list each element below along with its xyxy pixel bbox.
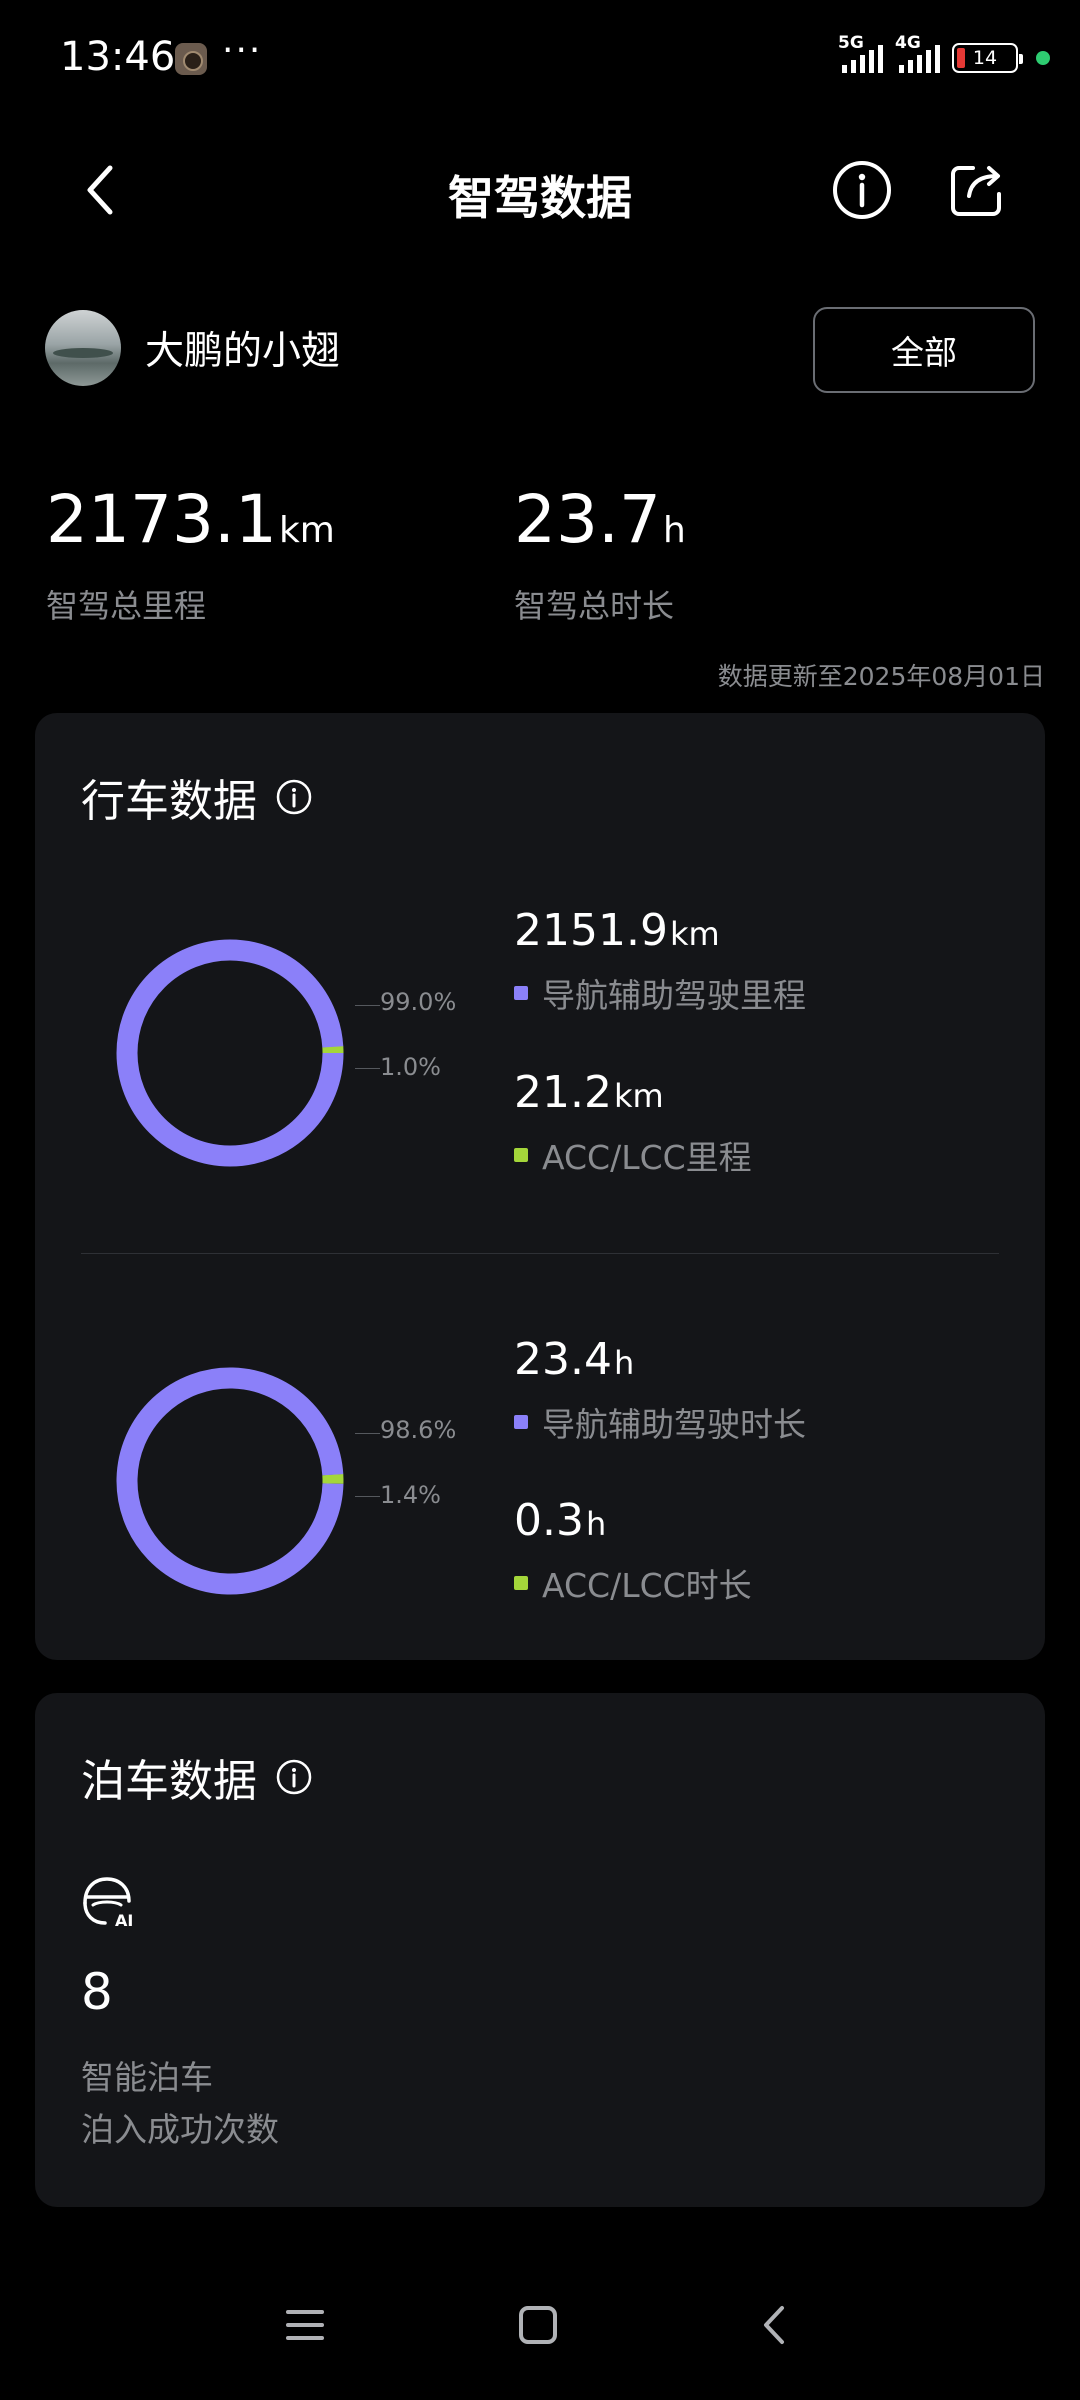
- acc-distance-label: ACC/LCC里程: [542, 1138, 752, 1177]
- donut-segment-nav-time: [116, 1367, 344, 1595]
- info-button[interactable]: [830, 158, 894, 222]
- vehicle-filter-button[interactable]: 全部: [813, 307, 1035, 393]
- svg-text:AI: AI: [115, 1911, 133, 1929]
- driving-data-title: 行车数据: [81, 765, 313, 829]
- status-time: 13:46: [60, 34, 176, 80]
- parking-label: 智能泊车: [81, 2058, 213, 2097]
- parking-data-title-text: 泊车数据: [81, 1756, 257, 1807]
- total-mileage-value: 2173.1: [46, 481, 277, 558]
- battery-percent: 14: [972, 47, 998, 69]
- battery-icon: 14: [952, 43, 1023, 73]
- signal-5g-label: 5G: [838, 33, 864, 53]
- menu-icon: [286, 2310, 324, 2340]
- nav-time-legend-swatch: [514, 1415, 528, 1429]
- share-icon: [951, 166, 1001, 216]
- total-duration: 23.7h 智驾总时长: [514, 480, 686, 627]
- signal-4g-icon: 4G: [895, 33, 940, 73]
- home-square-icon: [519, 2306, 557, 2344]
- divider: [81, 1253, 999, 1254]
- acc-distance-value: 21.2: [514, 1067, 612, 1118]
- parking-data-card: 泊车数据 AI 8 智能泊车 泊入成功次数: [35, 1693, 1045, 2207]
- data-updated-text: 数据更新至2025年08月01日: [717, 662, 1045, 691]
- avatar: [45, 310, 121, 386]
- driving-data-card: 行车数据 99.0% 1.0% 2151.9km 导航辅助驾驶里程 21.2km…: [35, 713, 1045, 1660]
- nav-legend-swatch: [514, 986, 528, 1000]
- nav-time-label: 导航辅助驾驶时长: [542, 1405, 806, 1444]
- app-notification-icon: [175, 43, 207, 75]
- page-title: 智驾数据: [448, 171, 632, 225]
- ai-parking-icon: AI: [83, 1877, 133, 1929]
- status-bar: 13:46 ··· 5G 4G 14: [0, 0, 1080, 120]
- time-acc-pct: 1.4%: [380, 1481, 441, 1509]
- acc-legend-swatch: [514, 1148, 528, 1162]
- total-mileage-label: 智驾总里程: [46, 587, 207, 625]
- donut-segment-nav-distance: [116, 939, 344, 1167]
- home-button[interactable]: [513, 2300, 563, 2350]
- privacy-indicator-icon: [1036, 51, 1050, 65]
- total-mileage: 2173.1km 智驾总里程: [46, 480, 335, 627]
- acc-time-value: 0.3: [514, 1495, 584, 1546]
- system-back-button[interactable]: [750, 2300, 800, 2350]
- acc-time-label: ACC/LCC时长: [542, 1566, 752, 1605]
- info-icon[interactable]: [275, 1758, 313, 1796]
- top-bar: 智驾数据: [0, 140, 1080, 240]
- total-duration-value: 23.7: [514, 481, 661, 558]
- info-icon[interactable]: [275, 778, 313, 816]
- nav-distance-metric: 2151.9km 导航辅助驾驶里程: [514, 906, 806, 1017]
- signal-4g-label: 4G: [895, 33, 921, 53]
- parking-count: 8: [81, 1963, 113, 2021]
- acc-distance-metric: 21.2km ACC/LCC里程: [514, 1068, 752, 1179]
- time-donut-chart: [116, 1367, 344, 1595]
- distance-nav-pct: 99.0%: [380, 988, 457, 1016]
- acc-time-unit: h: [585, 1505, 607, 1543]
- nav-time-unit: h: [613, 1344, 635, 1382]
- nav-distance-label: 导航辅助驾驶里程: [542, 976, 806, 1015]
- more-notifications-icon: ···: [222, 30, 263, 71]
- nav-time-metric: 23.4h 导航辅助驾驶时长: [514, 1335, 806, 1446]
- user-profile: 大鹏的小翅: [45, 310, 340, 386]
- signal-5g-icon: 5G: [838, 33, 883, 73]
- back-chevron-icon: [764, 2306, 784, 2344]
- parking-sublabel: 泊入成功次数: [81, 2110, 279, 2149]
- info-circle-icon: [833, 161, 891, 219]
- recent-apps-button[interactable]: [280, 2300, 330, 2350]
- time-nav-pct: 98.6%: [380, 1416, 457, 1444]
- user-name: 大鹏的小翅: [145, 329, 341, 374]
- acc-time-metric: 0.3h ACC/LCC时长: [514, 1496, 752, 1607]
- total-duration-unit: h: [662, 510, 686, 551]
- distance-donut-chart: [116, 939, 344, 1167]
- share-button[interactable]: [945, 158, 1009, 222]
- distance-acc-pct: 1.0%: [380, 1053, 441, 1081]
- nav-distance-unit: km: [669, 915, 720, 953]
- acc-distance-unit: km: [613, 1077, 664, 1115]
- nav-time-value: 23.4: [514, 1334, 612, 1385]
- nav-distance-value: 2151.9: [514, 905, 668, 956]
- driving-data-title-text: 行车数据: [81, 776, 257, 827]
- total-duration-label: 智驾总时长: [514, 587, 675, 625]
- acc-time-legend-swatch: [514, 1576, 528, 1590]
- total-mileage-unit: km: [278, 510, 335, 551]
- parking-data-title: 泊车数据: [81, 1745, 313, 1809]
- system-navbar: [0, 2280, 1080, 2380]
